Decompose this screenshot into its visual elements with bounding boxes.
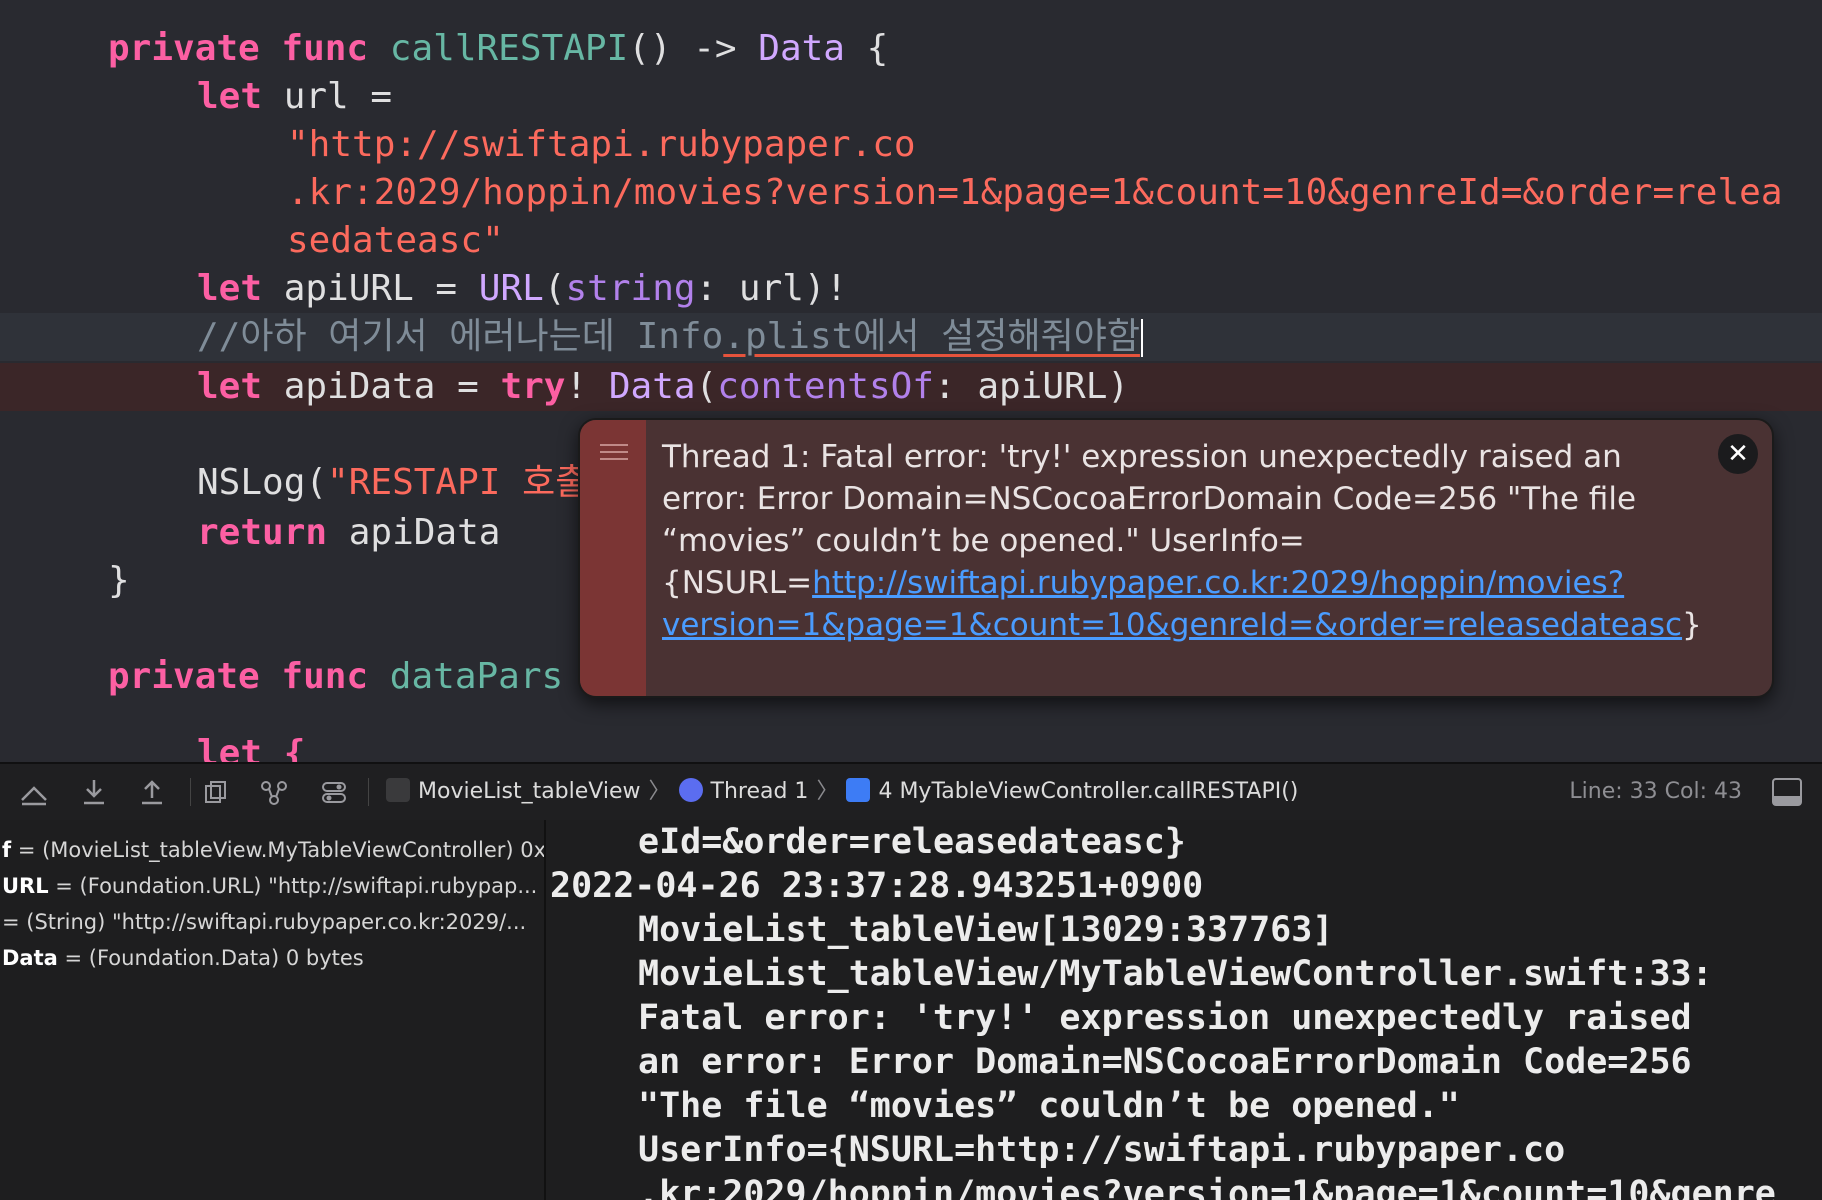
variable-name: URL: [2, 874, 49, 898]
error-popover[interactable]: Thread 1: Fatal error: 'try!' expression…: [578, 418, 1774, 698]
console-line: 2022-04-26 23:37:28.943251+0900: [550, 866, 1204, 906]
environment-overrides-icon[interactable]: [318, 776, 350, 808]
menu-icon[interactable]: [600, 444, 628, 464]
console-line: an error: Error Domain=NSCocoaErrorDomai…: [638, 1042, 1692, 1082]
keyword: let {: [197, 733, 306, 762]
keyword: private: [108, 28, 260, 69]
keyword: private: [108, 656, 260, 697]
console-output[interactable]: eId=&order=releasedateasc} 2022-04-26 23…: [546, 820, 1822, 1200]
punctuation: {: [844, 28, 889, 69]
variable-name: f: [2, 838, 12, 862]
code-text: }: [108, 560, 130, 601]
line-column-indicator: Line: 33 Col: 43: [1569, 779, 1742, 804]
function-name: dataPars: [389, 656, 564, 697]
keyword: let: [197, 366, 263, 407]
hide-debug-icon[interactable]: [18, 776, 50, 808]
code-text: : apiURL): [933, 366, 1130, 407]
keyword: return: [197, 512, 328, 553]
string-literal: sedateasc": [287, 220, 504, 261]
code-text: url =: [262, 76, 393, 117]
chevron-right-icon: 〉: [648, 779, 671, 804]
punctuation: !: [565, 366, 609, 407]
keyword: let: [197, 76, 263, 117]
code-line-7-current: //아하 여기서 에러나는데 Info.plist에서 설정해줘야함: [0, 313, 1822, 361]
code-text: apiData =: [262, 366, 501, 407]
breadcrumb-thread[interactable]: Thread 1: [711, 779, 809, 804]
debug-bar: MovieList_tableView 〉 Thread 1 〉 4 MyTableVi…: [0, 762, 1822, 822]
code-line-1: private func callRESTAPI() -> Data {: [0, 25, 1822, 73]
string-literal: "http://swiftapi.rubypaper.co: [287, 124, 916, 165]
variables-view[interactable]: f = (MovieList_tableView.MyTableViewCont…: [0, 820, 546, 1200]
keyword: let: [197, 268, 263, 309]
type-name: Data: [608, 366, 696, 407]
keyword: func: [281, 28, 369, 69]
breadcrumb: MovieList_tableView 〉 Thread 1 〉 4 MyTableVi…: [386, 764, 1298, 820]
type-name: Data: [758, 28, 845, 69]
comment-text-misspelled: .plist에서 설정해줘야함: [723, 316, 1140, 357]
code-line-2: let url =: [0, 73, 1822, 121]
separator: [368, 778, 369, 806]
code-line-3: "http://swiftapi.rubypaper.co: [0, 121, 1822, 169]
text-caret: [1140, 319, 1143, 357]
punctuation: (: [543, 268, 566, 309]
variable-row[interactable]: = (String) "http://swiftapi.rubypaper.co…: [2, 904, 526, 940]
user-frame-icon: [846, 778, 871, 802]
string-literal: .kr:2029/hoppin/movies?version=1&page=1&…: [287, 172, 1783, 213]
error-message: Thread 1: Fatal error: 'try!' expression…: [662, 436, 1702, 646]
code-line-4: .kr:2029/hoppin/movies?version=1&page=1&…: [0, 169, 1822, 217]
thread-icon: [678, 778, 703, 802]
code-text: apiData: [327, 512, 501, 553]
variable-row[interactable]: Data = (Foundation.Data) 0 bytes: [2, 940, 364, 976]
console-line: "The file “movies” couldn’t be opened.": [638, 1086, 1460, 1126]
console-line: .kr:2029/hoppin/movies?version=1&page=1&…: [638, 1174, 1776, 1200]
code-text: : url)!: [695, 268, 848, 309]
variable-row[interactable]: f = (MovieList_tableView.MyTableViewCont…: [2, 832, 546, 868]
variable-name: Data: [2, 946, 58, 970]
argument-label: string: [565, 268, 696, 309]
punctuation: () ->: [628, 28, 759, 69]
chevron-right-icon: 〉: [816, 779, 839, 804]
breadcrumb-frame[interactable]: 4 MyTableViewController.callRESTAPI(): [878, 779, 1298, 804]
panel-toggle-icon[interactable]: [1772, 778, 1802, 806]
comment-text: //아하 여기서 에러나는데 Info: [197, 316, 724, 357]
string-literal: "RESTAPI 호출: [327, 462, 589, 503]
punctuation: (: [695, 366, 718, 407]
debug-view-hierarchy-icon[interactable]: [200, 776, 232, 808]
breadcrumb-target[interactable]: MovieList_tableView: [418, 779, 641, 804]
variable-value: = (MovieList_tableView.MyTableViewContro…: [11, 838, 546, 862]
variable-value: = (Foundation.Data) 0 bytes: [57, 946, 364, 970]
variable-value: = (Foundation.URL) "http://swiftapi.ruby…: [48, 874, 538, 898]
memory-graph-icon[interactable]: [258, 776, 290, 808]
argument-label: contentsOf: [717, 366, 934, 407]
console-line: MovieList_tableView/MyTableViewControlle…: [638, 954, 1713, 994]
console-line: eId=&order=releasedateasc}: [638, 822, 1186, 862]
code-text: NSLog(: [197, 462, 328, 503]
console-line: MovieList_tableView[13029:337763]: [638, 910, 1334, 950]
code-editor[interactable]: private func callRESTAPI() -> Data { let…: [0, 0, 1822, 762]
keyword: try: [500, 366, 566, 407]
step-over-icon[interactable]: [78, 776, 110, 808]
error-message-tail: }: [1682, 607, 1702, 643]
close-icon[interactable]: ✕: [1718, 434, 1758, 474]
keyword: func: [281, 656, 369, 697]
console-line: UserInfo={NSURL=http://swiftapi.rubypape…: [638, 1130, 1566, 1170]
console-line: Fatal error: 'try!' expression unexpecte…: [638, 998, 1692, 1038]
error-url-link[interactable]: http://swiftapi.rubypaper.co.kr:2029/hop…: [662, 565, 1682, 643]
code-line-6: let apiURL = URL(string: url)!: [0, 265, 1822, 313]
variable-value: = (String) "http://swiftapi.rubypaper.co…: [2, 910, 527, 934]
code-line-5: sedateasc": [0, 217, 1822, 265]
app-target-icon: [386, 778, 410, 802]
separator: [190, 778, 191, 806]
code-text: apiURL =: [262, 268, 479, 309]
code-line-8-error: let apiData = try! Data(contentsOf: apiU…: [0, 363, 1822, 411]
step-into-icon[interactable]: [136, 776, 168, 808]
code-line-13: let {: [0, 730, 1822, 762]
type-name: URL: [478, 268, 544, 309]
variable-row[interactable]: URL = (Foundation.URL) "http://swiftapi.…: [2, 868, 537, 904]
function-name: callRESTAPI: [389, 28, 629, 69]
